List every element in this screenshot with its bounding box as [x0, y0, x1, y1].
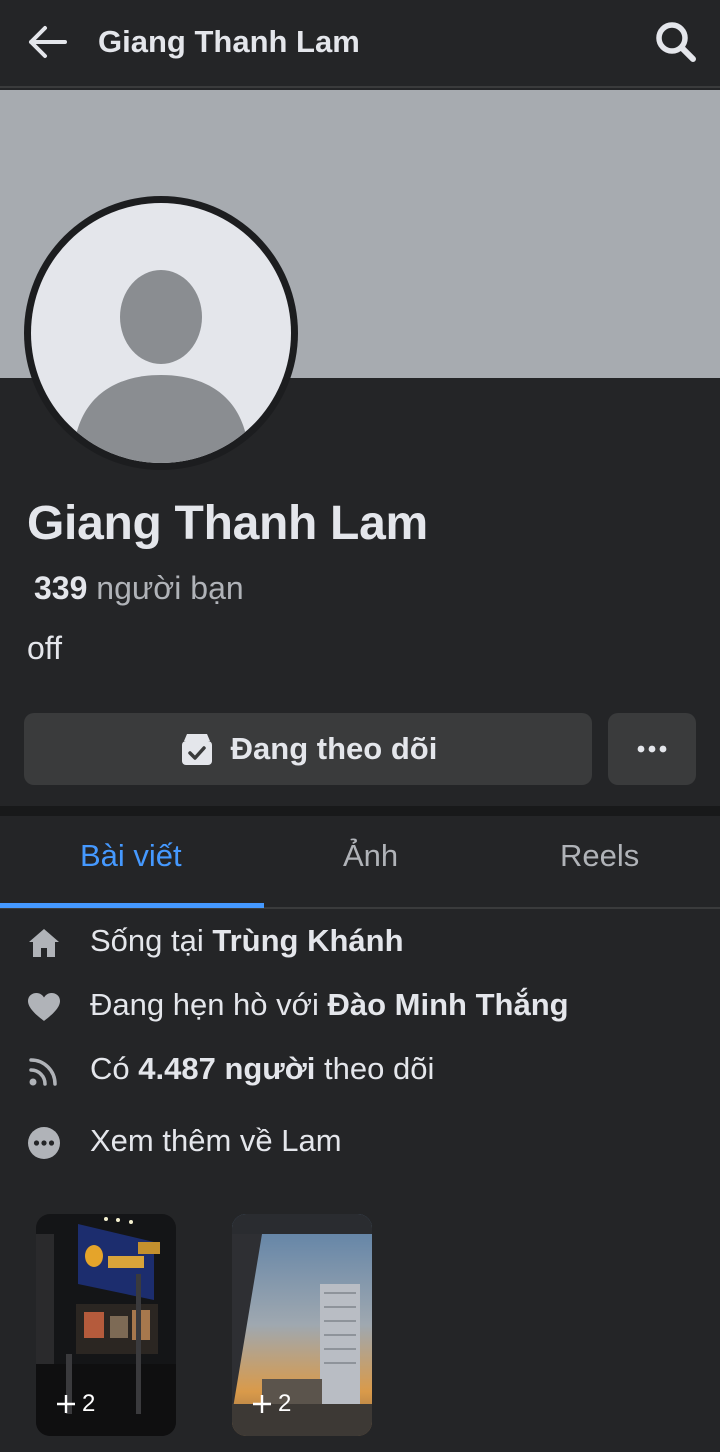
detail-followers[interactable]: Có 4.487 người theo dõi — [0, 1045, 720, 1095]
heart-icon — [26, 989, 62, 1025]
friends-count[interactable]: 339 người bạn — [34, 570, 244, 607]
following-button[interactable]: Đang theo dõi — [24, 713, 592, 785]
avatar[interactable] — [31, 203, 291, 463]
more-circle-icon — [26, 1125, 62, 1161]
profile-name: Giang Thanh Lam — [27, 497, 428, 550]
top-app-bar: Giang Thanh Lam — [0, 0, 720, 88]
story-1-count-value: 2 — [82, 1390, 96, 1417]
detail-lives-in: Sống tại Trùng Khánh — [0, 917, 720, 967]
story-2-count-value: 2 — [278, 1390, 292, 1417]
lives-place-link[interactable]: Trùng Khánh — [212, 923, 403, 958]
friends-number: 339 — [34, 570, 88, 606]
back-arrow-icon — [29, 26, 67, 58]
followers-suffix: theo dõi — [315, 1051, 435, 1086]
friends-label: người bạn — [96, 570, 244, 606]
plus-icon — [57, 1395, 75, 1413]
relationship-prefix: Đang hẹn hò với — [90, 987, 328, 1022]
followers-count: 4.487 người — [138, 1051, 316, 1086]
search-icon — [656, 22, 696, 62]
home-icon — [26, 925, 62, 961]
featured-story-1[interactable]: 2 — [36, 1214, 176, 1436]
story-2-count: 2 — [252, 1390, 291, 1418]
see-more-label: Xem thêm về Lam — [90, 1123, 342, 1158]
active-tab-indicator — [0, 903, 264, 908]
section-divider — [0, 806, 720, 816]
story-1-count: 2 — [56, 1390, 95, 1418]
default-avatar-silhouette-icon — [73, 270, 249, 463]
tab-posts[interactable]: Bài viết — [80, 838, 182, 874]
more-dots-icon — [637, 745, 667, 753]
tab-photos[interactable]: Ảnh — [343, 838, 398, 874]
following-check-icon — [181, 734, 212, 765]
tab-reels[interactable]: Reels — [560, 838, 639, 874]
profile-bio: off — [27, 630, 62, 666]
featured-story-2[interactable]: 2 — [232, 1214, 372, 1436]
detail-relationship: Đang hẹn hò với Đào Minh Thắng — [0, 981, 720, 1031]
plus-icon — [253, 1395, 271, 1413]
header-title: Giang Thanh Lam — [98, 24, 360, 59]
relationship-partner-link[interactable]: Đào Minh Thắng — [327, 987, 568, 1022]
more-options-button[interactable] — [608, 713, 696, 785]
rss-feed-icon — [26, 1053, 62, 1089]
back-button[interactable] — [24, 22, 70, 62]
lives-prefix: Sống tại — [90, 923, 213, 958]
following-label: Đang theo dõi — [230, 731, 438, 766]
see-more-about-button[interactable]: Xem thêm về Lam — [0, 1117, 720, 1167]
search-button[interactable] — [652, 18, 700, 66]
followers-prefix: Có — [90, 1051, 139, 1086]
